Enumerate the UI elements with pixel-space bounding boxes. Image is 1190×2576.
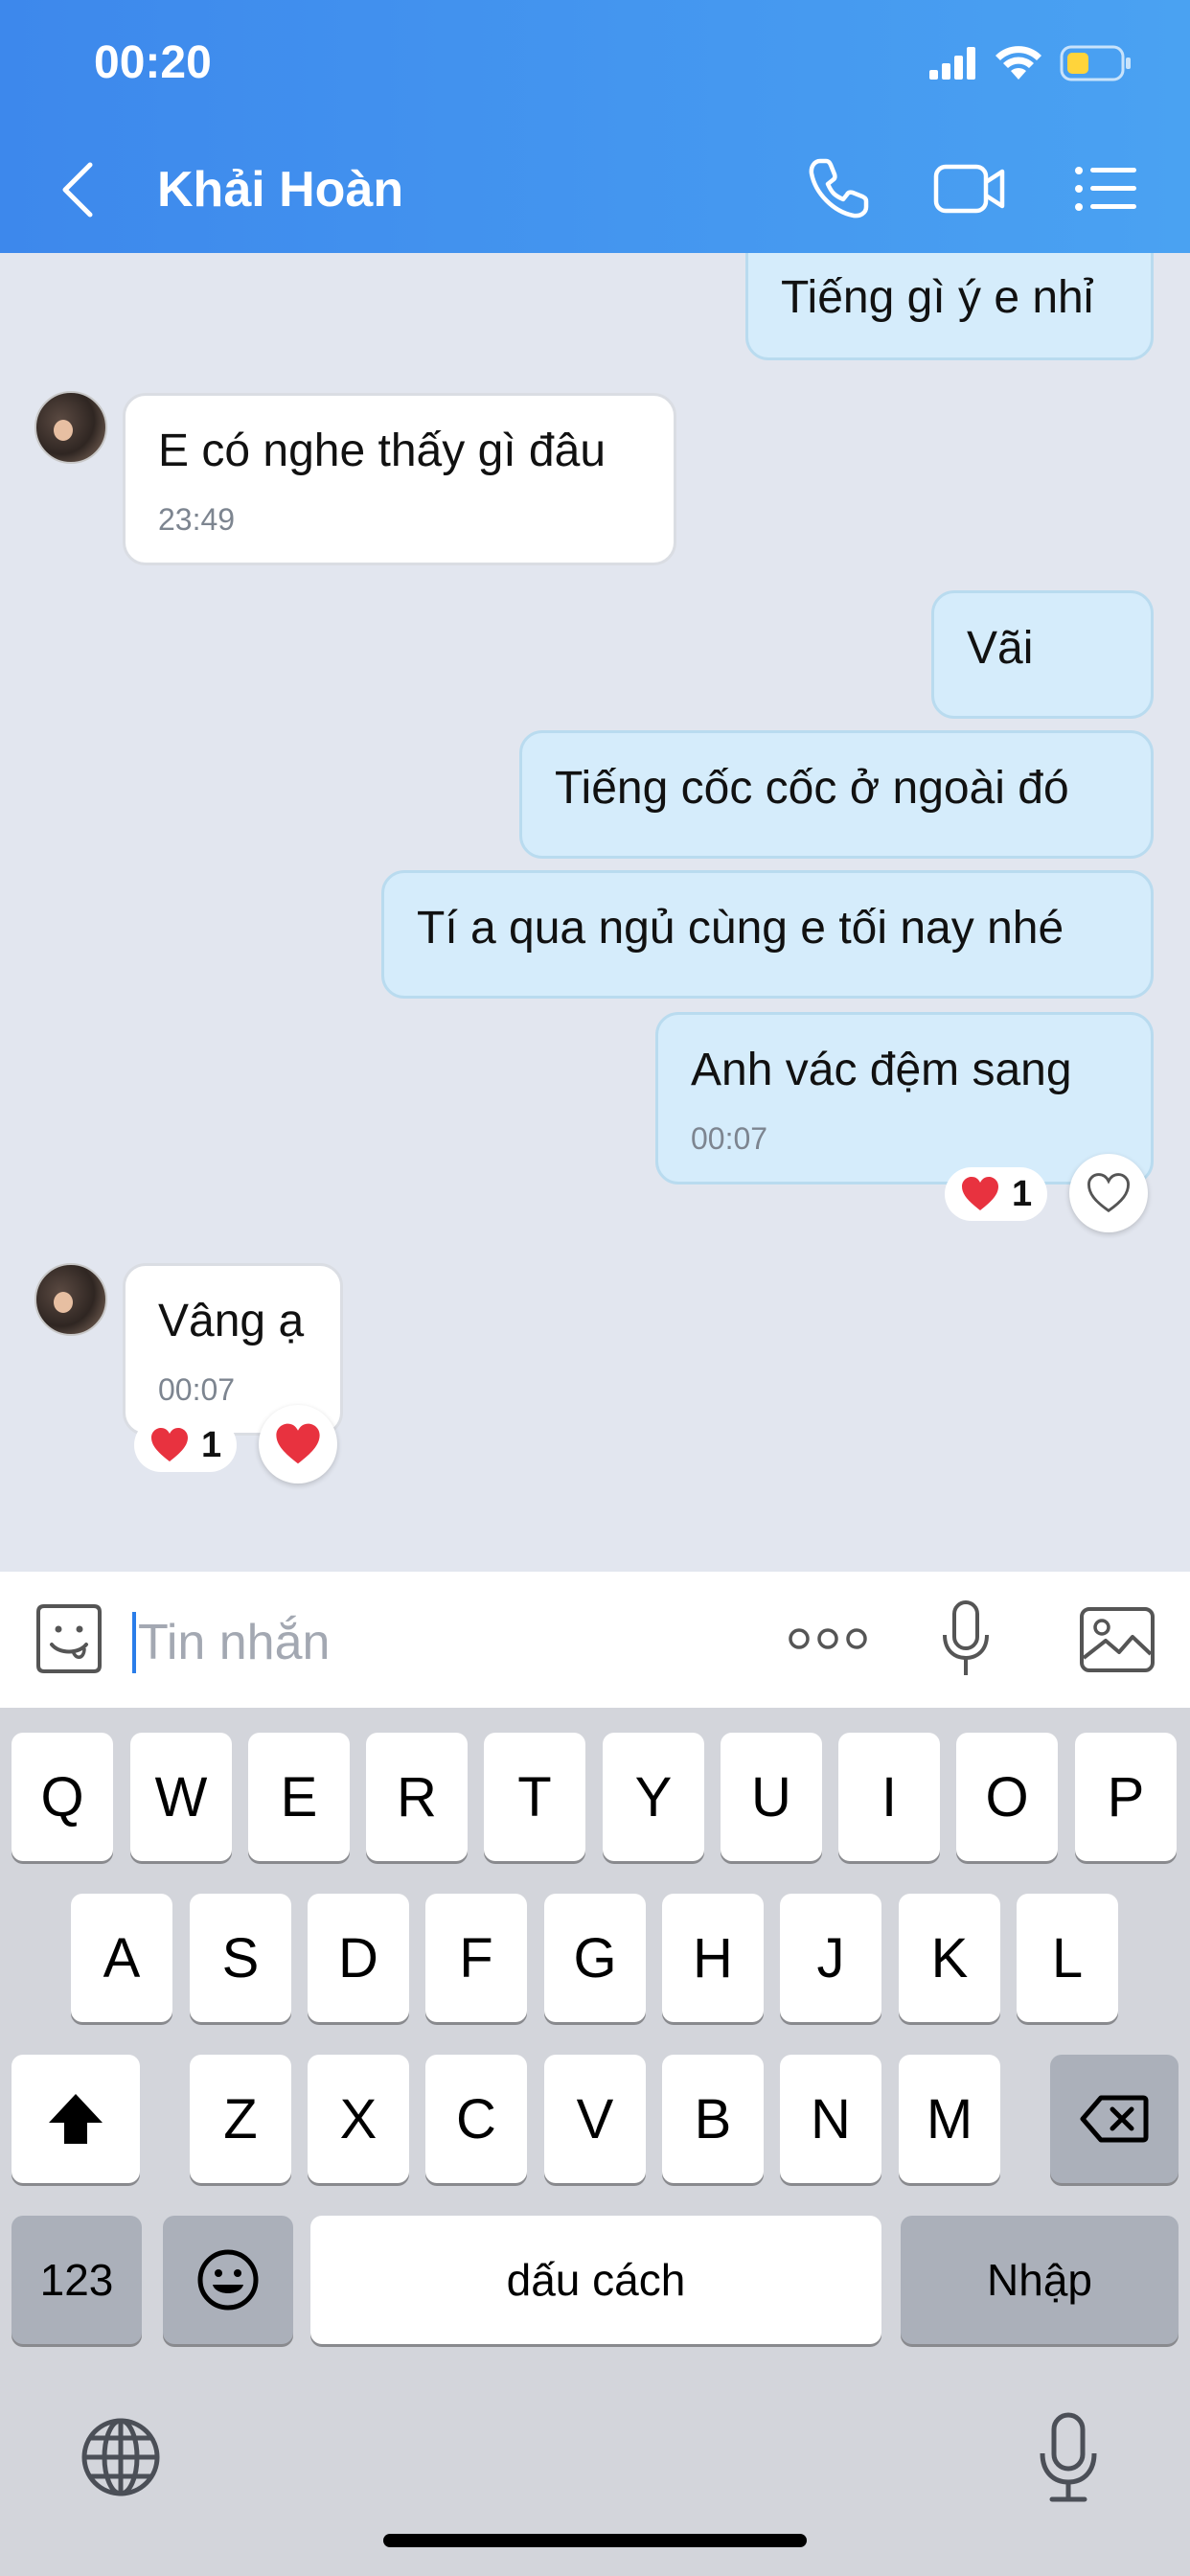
numbers-key[interactable]: 123	[11, 2216, 142, 2344]
heart-outline-icon	[1087, 1173, 1131, 1213]
key-f[interactable]: F	[425, 1894, 527, 2022]
reaction-count[interactable]: 1	[134, 1418, 238, 1472]
image-icon[interactable]	[1079, 1606, 1156, 1673]
message-text: E có nghe thấy gì đâu	[158, 426, 606, 476]
reaction-count[interactable]: 1	[945, 1167, 1048, 1221]
message-time: 23:49	[158, 502, 236, 537]
message-input[interactable]	[136, 1598, 763, 1687]
contact-name[interactable]: Khải Hoàn	[157, 161, 403, 218]
contact-avatar[interactable]	[34, 391, 107, 464]
return-key[interactable]: Nhập	[901, 2216, 1179, 2344]
message-time: 00:07	[158, 1372, 236, 1407]
space-key[interactable]: dấu cách	[310, 2216, 881, 2344]
key-b[interactable]: B	[662, 2055, 764, 2183]
react-button[interactable]	[259, 1405, 337, 1484]
incoming-message[interactable]: E có nghe thấy gì đâu 23:49	[123, 393, 676, 565]
message-text: Anh vác đệm sang	[691, 1045, 1072, 1095]
outgoing-message[interactable]: Tiếng cốc cốc ở ngoài đó	[519, 730, 1154, 859]
reaction-count-value: 1	[1012, 1173, 1033, 1214]
key-e[interactable]: E	[248, 1733, 350, 1861]
video-call-icon[interactable]	[933, 155, 1006, 222]
key-a[interactable]: A	[71, 1894, 172, 2022]
emoji-icon	[197, 2249, 259, 2311]
globe-icon[interactable]	[80, 2417, 161, 2497]
keyboard: Q W E R T Y U I O P A S D F G H J K L Z …	[0, 1708, 1190, 2576]
key-k[interactable]: K	[899, 1894, 1000, 2022]
message-text: Vâng ạ	[158, 1296, 305, 1346]
message-text: Tiếng cốc cốc ở ngoài đó	[555, 763, 1069, 814]
key-l[interactable]: L	[1017, 1894, 1118, 2022]
message-input-bar	[0, 1572, 1190, 1708]
back-icon[interactable]	[56, 161, 103, 218]
outgoing-message[interactable]: Tí a qua ngủ cùng e tối nay nhé	[381, 870, 1154, 999]
outgoing-message[interactable]: Anh vác đệm sang 00:07	[655, 1012, 1154, 1184]
backspace-icon	[1080, 2095, 1149, 2143]
key-y[interactable]: Y	[603, 1733, 704, 1861]
more-icon[interactable]	[788, 1622, 868, 1656]
key-m[interactable]: M	[899, 2055, 1000, 2183]
chat-header: 00:20 Khải Hoàn	[0, 0, 1190, 253]
list-menu-icon[interactable]	[1073, 155, 1140, 222]
outgoing-message[interactable]: Vãi	[931, 590, 1154, 719]
key-s[interactable]: S	[190, 1894, 291, 2022]
battery-icon	[1060, 45, 1131, 81]
microphone-icon[interactable]	[939, 1598, 993, 1679]
contact-avatar[interactable]	[34, 1263, 107, 1336]
key-i[interactable]: I	[838, 1733, 940, 1861]
shift-key[interactable]	[11, 2055, 140, 2183]
wifi-icon	[995, 46, 1041, 80]
react-button[interactable]	[1069, 1154, 1148, 1232]
key-z[interactable]: Z	[190, 2055, 291, 2183]
key-x[interactable]: X	[308, 2055, 409, 2183]
message-time: 00:07	[691, 1121, 768, 1156]
key-n[interactable]: N	[780, 2055, 881, 2183]
message-text: Tiếng gì ý e nhỉ	[781, 272, 1094, 323]
outgoing-message[interactable]: Tiếng gì ý e nhỉ	[745, 253, 1154, 360]
heart-icon	[151, 1428, 188, 1461]
status-icons	[929, 44, 1133, 82]
signal-icon	[929, 47, 975, 80]
key-p[interactable]: P	[1075, 1733, 1177, 1861]
heart-icon	[276, 1423, 320, 1464]
home-indicator[interactable]	[383, 2534, 807, 2547]
key-h[interactable]: H	[662, 1894, 764, 2022]
key-r[interactable]: R	[366, 1733, 468, 1861]
emoji-key[interactable]	[163, 2216, 293, 2344]
heart-icon	[962, 1177, 998, 1210]
shift-icon	[49, 2094, 103, 2144]
key-j[interactable]: J	[780, 1894, 881, 2022]
delete-key[interactable]	[1050, 2055, 1179, 2183]
key-c[interactable]: C	[425, 2055, 527, 2183]
key-w[interactable]: W	[130, 1733, 232, 1861]
reaction-count-value: 1	[201, 1424, 222, 1465]
key-o[interactable]: O	[956, 1733, 1058, 1861]
key-g[interactable]: G	[544, 1894, 646, 2022]
sticker-icon[interactable]	[34, 1602, 103, 1675]
message-text: Vãi	[967, 623, 1034, 674]
message-text: Tí a qua ngủ cùng e tối nay nhé	[417, 903, 1064, 954]
dictation-mic-icon[interactable]	[1035, 2411, 1102, 2503]
key-u[interactable]: U	[721, 1733, 822, 1861]
key-t[interactable]: T	[484, 1733, 585, 1861]
key-d[interactable]: D	[308, 1894, 409, 2022]
status-time: 00:20	[94, 37, 212, 88]
key-v[interactable]: V	[544, 2055, 646, 2183]
message-list[interactable]: Tiếng gì ý e nhỉ E có nghe thấy gì đâu 2…	[0, 253, 1190, 1572]
key-q[interactable]: Q	[11, 1733, 113, 1861]
phone-icon[interactable]	[805, 155, 872, 222]
